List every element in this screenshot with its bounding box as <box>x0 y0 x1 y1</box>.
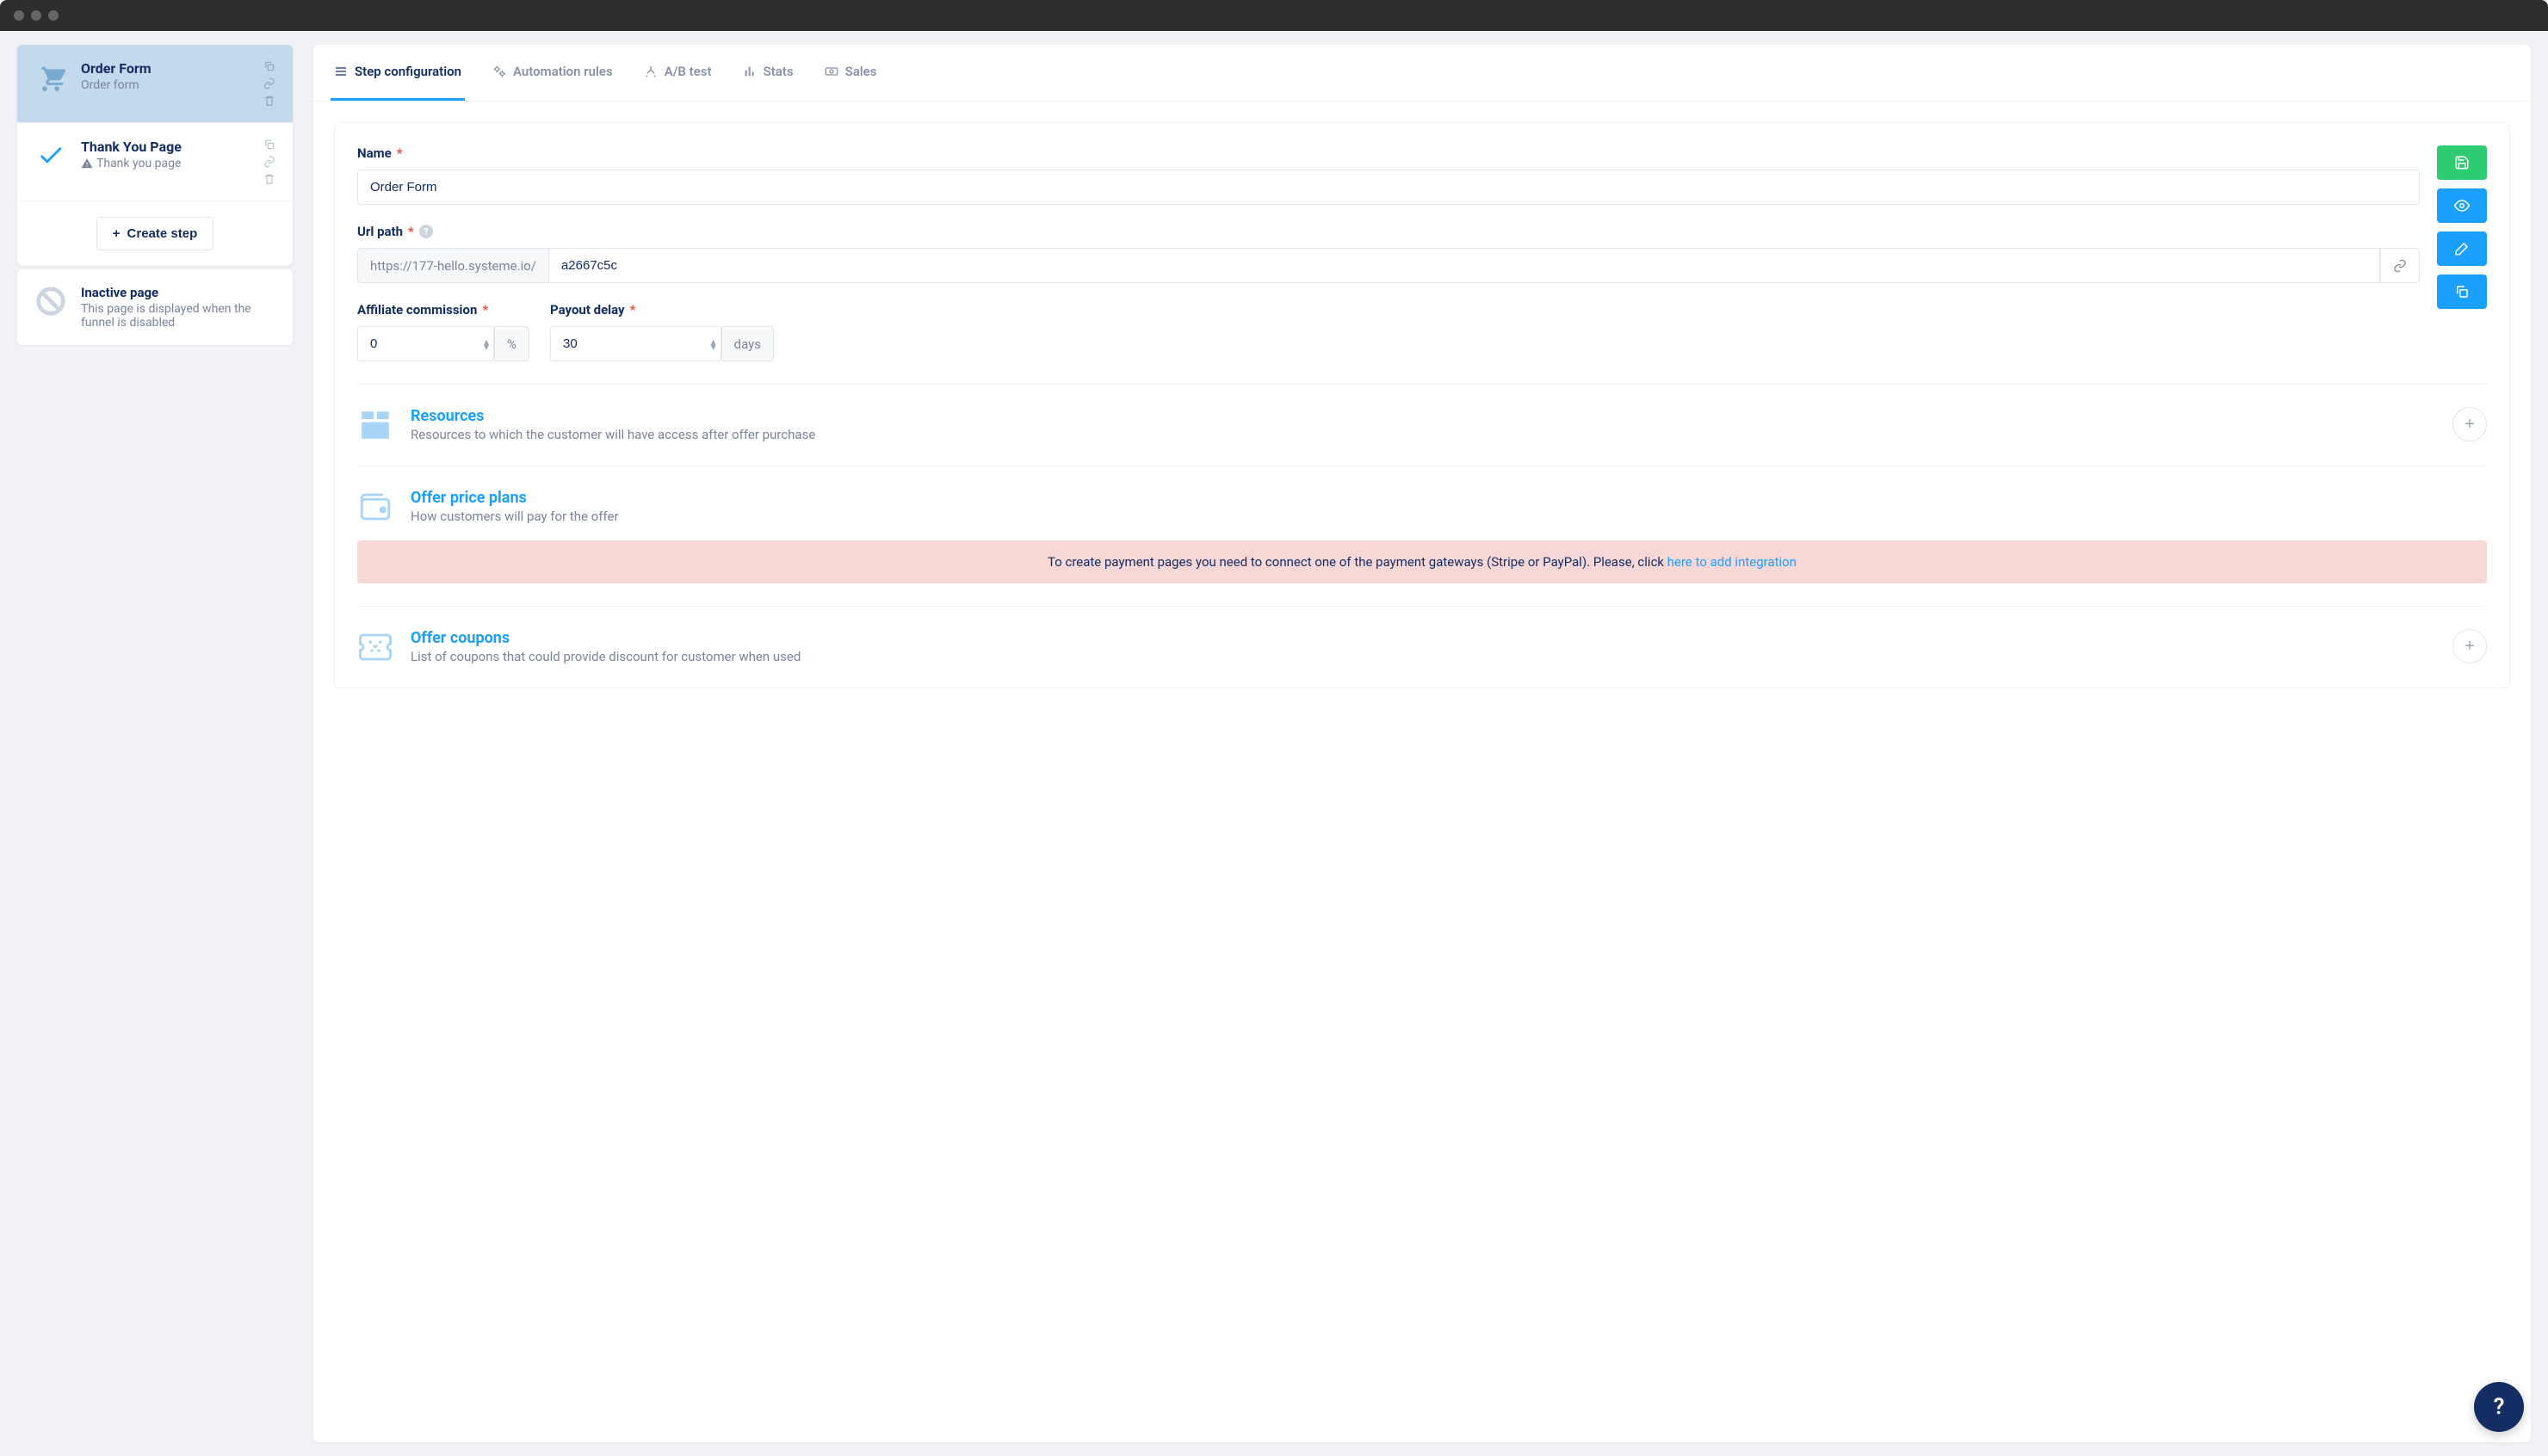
days-unit: days <box>721 326 774 361</box>
copy-url-button[interactable] <box>2380 248 2420 283</box>
url-slug-input[interactable] <box>549 248 2380 283</box>
url-label: Url path* ? <box>357 224 2420 239</box>
bar-chart-icon <box>743 65 757 78</box>
window-dot <box>31 10 41 21</box>
inactive-page-card[interactable]: Inactive page This page is displayed whe… <box>17 269 293 345</box>
tab-label: A/B test <box>665 64 712 79</box>
eye-icon <box>2454 198 2470 213</box>
copy-icon[interactable] <box>263 139 275 151</box>
create-step-label: Create step <box>127 226 198 241</box>
url-prefix: https://177-hello.systeme.io/ <box>357 248 549 283</box>
config-card: Name* Url path* ? https://177-hello.sy <box>334 122 2510 688</box>
disabled-icon <box>34 285 67 318</box>
main-panel: Step configuration Automation rules A/B … <box>313 45 2531 1442</box>
coupons-desc: List of coupons that could provide disco… <box>411 649 2435 664</box>
gears-icon <box>492 65 506 78</box>
alert-text: To create payment pages you need to conn… <box>1048 554 1667 570</box>
wand-icon <box>2454 241 2470 256</box>
help-fab[interactable]: ? <box>2474 1382 2524 1432</box>
tab-automation-rules[interactable]: Automation rules <box>489 45 616 101</box>
trash-icon[interactable] <box>263 173 275 185</box>
box-icon <box>357 407 393 443</box>
tab-sales[interactable]: Sales <box>821 45 881 101</box>
commission-input[interactable] <box>357 326 494 361</box>
tab-step-configuration[interactable]: Step configuration <box>331 45 465 101</box>
tabs: Step configuration Automation rules A/B … <box>313 45 2531 102</box>
percent-unit: % <box>494 326 529 361</box>
coupons-section: Offer coupons List of coupons that could… <box>357 629 2487 665</box>
payout-label: Payout delay* <box>550 302 774 318</box>
name-input[interactable] <box>357 170 2420 205</box>
sidebar: Order Form Order form Thank You Page <box>17 45 293 1442</box>
payout-input[interactable] <box>550 326 721 361</box>
side-actions <box>2437 145 2487 361</box>
tab-ab-test[interactable]: A/B test <box>640 45 715 101</box>
money-icon <box>825 65 838 78</box>
copy-icon[interactable] <box>263 60 275 72</box>
step-subtitle: Thank you page <box>81 157 250 170</box>
resources-title: Resources <box>411 407 2435 425</box>
resources-desc: Resources to which the customer will hav… <box>411 427 2435 442</box>
inactive-desc: This page is displayed when the funnel i… <box>81 302 275 330</box>
link-icon[interactable] <box>263 77 275 89</box>
tab-label: Automation rules <box>513 64 613 79</box>
warning-icon <box>81 157 93 170</box>
tab-label: Step configuration <box>355 64 461 79</box>
number-stepper[interactable]: ▴▾ <box>711 339 716 349</box>
tab-label: Stats <box>764 64 794 79</box>
tab-stats[interactable]: Stats <box>739 45 797 101</box>
link-icon[interactable] <box>263 156 275 168</box>
preview-button[interactable] <box>2437 188 2487 223</box>
divider <box>357 606 2487 607</box>
add-coupon-button[interactable]: + <box>2452 629 2487 663</box>
number-stepper[interactable]: ▴▾ <box>484 339 489 349</box>
step-title: Thank You Page <box>81 139 250 155</box>
plans-desc: How customers will pay for the offer <box>411 509 2487 524</box>
cart-icon <box>34 60 67 93</box>
price-plans-section: Offer price plans How customers will pay… <box>357 489 2487 525</box>
step-order-form[interactable]: Order Form Order form <box>17 45 293 122</box>
inactive-title: Inactive page <box>81 285 275 300</box>
plus-icon: + <box>113 226 121 241</box>
step-title: Order Form <box>81 60 250 77</box>
copy-icon <box>2454 284 2470 299</box>
name-label: Name* <box>357 145 2420 161</box>
resources-section: Resources Resources to which the custome… <box>357 407 2487 443</box>
divider <box>357 384 2487 385</box>
split-icon <box>644 65 658 78</box>
plans-title: Offer price plans <box>411 489 2487 507</box>
edit-button[interactable] <box>2437 231 2487 266</box>
list-icon <box>334 65 348 78</box>
save-button[interactable] <box>2437 145 2487 180</box>
integration-link[interactable]: here to add integration <box>1667 554 1797 570</box>
wallet-icon <box>357 489 393 525</box>
check-icon <box>34 139 67 171</box>
duplicate-button[interactable] <box>2437 275 2487 309</box>
add-resource-button[interactable]: + <box>2452 407 2487 441</box>
create-step-button[interactable]: + Create step <box>96 217 213 250</box>
step-subtitle: Order form <box>81 78 250 92</box>
link-icon <box>2393 259 2407 273</box>
help-icon[interactable]: ? <box>419 225 433 238</box>
coupon-icon <box>357 629 393 665</box>
coupons-title: Offer coupons <box>411 629 2435 647</box>
window-dot <box>14 10 24 21</box>
step-subtitle-text: Thank you page <box>96 157 181 170</box>
save-icon <box>2454 155 2470 170</box>
trash-icon[interactable] <box>263 95 275 107</box>
tab-label: Sales <box>845 64 877 79</box>
window-dot <box>48 10 59 21</box>
step-thank-you[interactable]: Thank You Page Thank you page <box>17 123 293 201</box>
window-chrome <box>0 0 2548 31</box>
commission-label: Affiliate commission* <box>357 302 529 318</box>
payment-gateway-alert: To create payment pages you need to conn… <box>357 540 2487 583</box>
steps-card: Order Form Order form Thank You Page <box>17 45 293 266</box>
